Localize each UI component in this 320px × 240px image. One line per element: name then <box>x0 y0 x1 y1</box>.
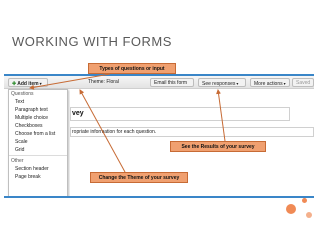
menu-item-text[interactable]: Text <box>9 98 67 106</box>
decorative-circle <box>286 204 296 214</box>
email-form-button[interactable]: Email this form <box>150 78 194 87</box>
decorative-circle <box>306 212 312 218</box>
menu-item-scale[interactable]: Scale <box>9 138 67 146</box>
menu-item-checkboxes[interactable]: Checkboxes <box>9 122 67 130</box>
chevron-down-icon: ▾ <box>283 81 286 86</box>
add-item-label: Add item <box>17 81 39 87</box>
more-actions-button[interactable]: More actions▾ <box>250 78 290 87</box>
chevron-down-icon: ▾ <box>236 81 239 86</box>
menu-heading-questions: Questions <box>11 91 34 97</box>
menu-divider <box>9 155 67 156</box>
saved-button: Saved <box>292 78 314 87</box>
callout-change-theme: Change the Theme of your survey <box>90 172 188 183</box>
form-title-field[interactable]: vey <box>70 107 290 121</box>
form-toolbar: ✚Add item▾ Theme: Floral Email this form… <box>4 76 314 89</box>
add-item-menu: Questions Text Paragraph text Multiple c… <box>8 89 68 196</box>
menu-item-grid[interactable]: Grid <box>9 146 67 154</box>
menu-item-section-header[interactable]: Section header <box>9 165 67 173</box>
menu-item-page-break[interactable]: Page break <box>9 173 67 181</box>
form-description-field[interactable]: ropriate information for each question. <box>70 127 314 137</box>
add-item-button[interactable]: ✚Add item▾ <box>8 78 48 87</box>
menu-item-paragraph-text[interactable]: Paragraph text <box>9 106 67 114</box>
slide-title: WORKING WITH FORMS <box>12 34 172 49</box>
theme-button[interactable]: Theme: Floral <box>88 78 119 87</box>
menu-heading-other: Other <box>11 158 24 164</box>
menu-item-choose-from-list[interactable]: Choose from a list <box>9 130 67 138</box>
menu-item-multiple-choice[interactable]: Multiple choice <box>9 114 67 122</box>
see-responses-button[interactable]: See responses▾ <box>198 78 246 87</box>
more-actions-label: More actions <box>254 81 283 87</box>
chevron-down-icon: ▾ <box>39 81 42 86</box>
callout-question-types: Types of questions or input <box>88 63 176 74</box>
see-responses-label: See responses <box>202 81 236 87</box>
plus-icon: ✚ <box>12 81 17 87</box>
decorative-circle <box>302 198 307 203</box>
callout-see-results: See the Results of your survey <box>170 141 266 152</box>
